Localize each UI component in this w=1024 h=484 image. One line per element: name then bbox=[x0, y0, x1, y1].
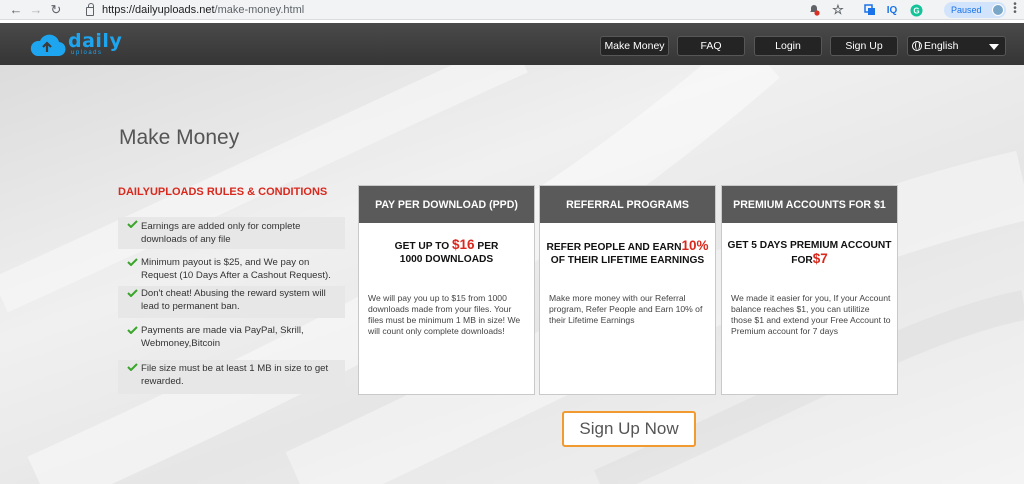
premium-card: PREMIUM ACCOUNTS FOR $1 GET 5 DAYS PREMI… bbox=[721, 185, 898, 395]
headline-text: 1000 DOWNLOADS bbox=[399, 254, 494, 265]
nav-make-money-button[interactable]: Make Money bbox=[600, 36, 669, 56]
site-logo[interactable]: daily uploads bbox=[28, 30, 128, 59]
card-headline: REFER PEOPLE AND EARN10% OF THEIR LIFETI… bbox=[540, 239, 715, 267]
lock-icon bbox=[86, 2, 94, 16]
rule-text: Don't cheat! Abusing the reward system w… bbox=[141, 288, 326, 312]
headline-amount: $16 bbox=[452, 237, 475, 252]
rule-item: Minimum payout is $25, and We pay on Req… bbox=[118, 255, 345, 285]
headline-text: FOR bbox=[791, 255, 813, 266]
bookmark-star-icon[interactable]: ☆ bbox=[830, 2, 846, 18]
check-icon bbox=[127, 220, 138, 228]
rule-item: Earnings are added only for complete dow… bbox=[118, 217, 345, 249]
nav-faq-button[interactable]: FAQ bbox=[677, 36, 745, 56]
language-label: English bbox=[924, 40, 959, 52]
rule-text: Payments are made via PayPal, Skrill, We… bbox=[141, 325, 304, 349]
headline-text: GET 5 DAYS PREMIUM ACCOUNT bbox=[727, 240, 892, 251]
back-icon[interactable]: ← bbox=[6, 0, 26, 20]
rule-text: Earnings are added only for complete dow… bbox=[141, 221, 301, 245]
rule-text: File size must be at least 1 MB in size … bbox=[141, 363, 329, 387]
browser-menu-icon[interactable]: • • • bbox=[1012, 0, 1018, 18]
headline-text: GET UP TO bbox=[394, 241, 453, 252]
rule-item: Payments are made via PayPal, Skrill, We… bbox=[118, 323, 345, 353]
rule-item: File size must be at least 1 MB in size … bbox=[118, 360, 345, 394]
check-icon bbox=[127, 258, 138, 266]
language-select[interactable]: English bbox=[907, 36, 1006, 56]
headline-amount: 10% bbox=[681, 238, 709, 253]
extension-grammarly-icon[interactable]: G bbox=[908, 2, 924, 18]
sign-up-now-button[interactable]: Sign Up Now bbox=[562, 411, 696, 447]
referral-card: REFERRAL PROGRAMS REFER PEOPLE AND EARN1… bbox=[539, 185, 716, 395]
logo-subtext: uploads bbox=[71, 50, 103, 56]
card-description: We made it easier for you, If your Accou… bbox=[731, 293, 891, 336]
ppd-card: PAY PER DOWNLOAD (PPD) GET UP TO $16 PER… bbox=[358, 185, 535, 395]
nav-signup-button[interactable]: Sign Up bbox=[830, 36, 898, 56]
address-bar[interactable]: https://dailyuploads.net/make-money.html bbox=[86, 2, 798, 18]
card-description: We will pay you up to $15 from 1000 down… bbox=[368, 293, 521, 336]
url-host: https://dailyuploads.net bbox=[102, 4, 215, 16]
logo-text: daily bbox=[68, 30, 123, 52]
headline-text: PER bbox=[474, 241, 499, 252]
site-header: daily uploads Make Money FAQ Login Sign … bbox=[0, 23, 1024, 65]
card-description: Make more money with our Referral progra… bbox=[549, 293, 703, 325]
notifications-blocked-icon[interactable] bbox=[806, 2, 822, 18]
card-header: REFERRAL PROGRAMS bbox=[540, 186, 715, 223]
nav-login-button[interactable]: Login bbox=[754, 36, 822, 56]
headline-amount: $7 bbox=[812, 251, 828, 266]
chevron-down-icon bbox=[989, 44, 999, 50]
extension-iq-icon[interactable]: IQ bbox=[884, 2, 900, 18]
rules-heading: DAILYUPLOADS RULES & CONDITIONS bbox=[118, 186, 328, 198]
svg-text:G: G bbox=[913, 6, 919, 15]
profile-status-label: Paused bbox=[951, 5, 982, 15]
headline-text: OF THEIR LIFETIME EARNINGS bbox=[550, 255, 705, 266]
url-path: /make-money.html bbox=[214, 4, 305, 16]
page-title: Make Money bbox=[119, 126, 240, 149]
profile-status-chip[interactable]: Paused bbox=[944, 2, 1006, 18]
card-header: PREMIUM ACCOUNTS FOR $1 bbox=[722, 186, 897, 223]
check-icon bbox=[127, 289, 138, 297]
rule-item: Don't cheat! Abusing the reward system w… bbox=[118, 286, 345, 318]
reload-icon[interactable]: ↻ bbox=[46, 0, 66, 20]
main-content: Make Money DAILYUPLOADS RULES & CONDITIO… bbox=[0, 65, 1024, 484]
card-header: PAY PER DOWNLOAD (PPD) bbox=[359, 186, 534, 223]
browser-toolbar: ← → ↻ https://dailyuploads.net/make-mone… bbox=[0, 0, 1024, 20]
extension-copy-icon[interactable] bbox=[862, 2, 878, 18]
check-icon bbox=[127, 326, 138, 334]
headline-text: REFER PEOPLE AND EARN bbox=[546, 242, 682, 253]
globe-icon bbox=[912, 41, 922, 51]
forward-icon[interactable]: → bbox=[26, 0, 46, 20]
cloud-upload-icon bbox=[30, 34, 66, 57]
avatar bbox=[992, 4, 1004, 16]
card-headline: GET 5 DAYS PREMIUM ACCOUNT FOR$7 bbox=[722, 239, 897, 267]
rule-text: Minimum payout is $25, and We pay on Req… bbox=[141, 257, 331, 281]
card-headline: GET UP TO $16 PER 1000 DOWNLOADS bbox=[359, 238, 534, 266]
check-icon bbox=[127, 363, 138, 371]
